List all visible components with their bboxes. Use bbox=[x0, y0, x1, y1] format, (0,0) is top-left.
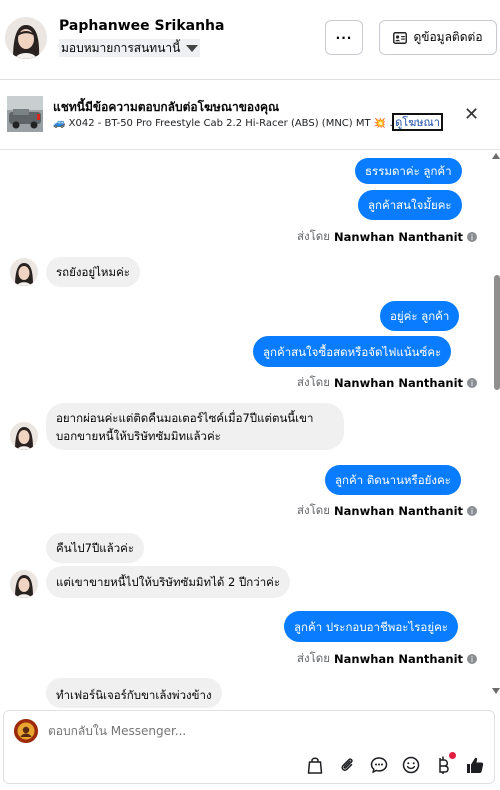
message-incoming: ทำเฟอร์นิเจอร์กับขาเล้งพ่วงข้าง bbox=[46, 678, 222, 708]
scroll-up-arrow[interactable] bbox=[492, 153, 500, 159]
message-incoming: อยากผ่อนค่ะแต่ติดคืนมอเตอร์ไซค์เมื่อ7ปีแ… bbox=[46, 403, 344, 450]
shopping-bag-icon[interactable] bbox=[304, 754, 326, 776]
message-outgoing: ลูกค้า ประกอบอาชีพอะไรอยู่คะ bbox=[284, 611, 458, 642]
saved-replies-icon[interactable] bbox=[368, 754, 390, 776]
message-incoming: แต่เขาขายหนี้ไปให้บริษัทซัมมิทได้ 2 ปีกว… bbox=[46, 566, 291, 598]
ad-thumbnail bbox=[7, 96, 43, 132]
message-outgoing: ลูกค้า ติดนานหรือยังคะ bbox=[325, 465, 461, 495]
ad-reply-banner: แชทนี้มีข้อความตอบกลับต่อโฆษณาของคุณ 🚙 X… bbox=[0, 80, 500, 150]
sent-by-label: ส่งโดย Nanwhan Nanthanit i bbox=[297, 228, 478, 246]
caret-down-icon bbox=[186, 44, 199, 52]
contact-avatar-small bbox=[10, 422, 38, 450]
sent-by-label: ส่งโดย Nanwhan Nanthanit i bbox=[297, 502, 478, 520]
message-outgoing: ลูกค้าสนใจมั้ยคะ bbox=[358, 190, 462, 220]
assign-label: มอบหมายการสนทนานี้ bbox=[61, 40, 181, 55]
scrollbar-thumb[interactable] bbox=[494, 275, 500, 390]
message-outgoing: อยู่ค่ะ ลูกค้า bbox=[380, 301, 460, 331]
view-ad-link[interactable]: ดูโฆษณา bbox=[392, 113, 443, 131]
reply-input[interactable] bbox=[48, 724, 448, 738]
close-icon[interactable]: ✕ bbox=[464, 104, 479, 125]
message-outgoing: ลูกค้าสนใจซื้อสดหรือจัดไฟแน้นซ์คะ bbox=[253, 336, 452, 367]
more-icon: ··· bbox=[335, 30, 353, 45]
payment-icon[interactable] bbox=[432, 752, 456, 776]
page-avatar bbox=[14, 719, 38, 743]
contact-avatar-small bbox=[10, 258, 38, 286]
more-options-button[interactable]: ··· bbox=[325, 20, 363, 55]
contact-card-icon bbox=[393, 31, 408, 44]
ad-banner-subtitle: 🚙 X042 - BT-50 Pro Freestyle Cab 2.2 Hi-… bbox=[53, 118, 400, 129]
conversation-header: Paphanwee Srikanha มอบหมายการสนทนานี้ ··… bbox=[0, 0, 500, 80]
message-incoming: รถยังอยู่ไหมค่ะ bbox=[46, 257, 140, 287]
notification-dot bbox=[449, 752, 456, 759]
message-composer bbox=[3, 710, 495, 784]
emoji-icon[interactable] bbox=[400, 754, 422, 776]
thumbs-up-icon[interactable] bbox=[464, 754, 486, 776]
contact-info-label: ดูข้อมูลติดต่อ bbox=[413, 30, 483, 44]
sent-by-label: ส่งโดย Nanwhan Nanthanit i bbox=[297, 374, 478, 392]
info-icon[interactable]: i bbox=[467, 232, 478, 242]
sent-by-label: ส่งโดย Nanwhan Nanthanit i bbox=[297, 650, 478, 668]
contact-avatar-small bbox=[10, 570, 38, 598]
assign-conversation-dropdown[interactable]: มอบหมายการสนทนานี้ bbox=[59, 39, 201, 57]
contact-name[interactable]: Paphanwee Srikanha bbox=[59, 18, 224, 34]
scroll-down-arrow[interactable] bbox=[492, 688, 500, 694]
message-incoming: คืนไป7ปีแล้วค่ะ bbox=[46, 533, 145, 563]
info-icon[interactable]: i bbox=[467, 378, 478, 388]
message-outgoing: ธรรมดาค่ะ ลูกค้า bbox=[355, 158, 462, 184]
contact-avatar[interactable] bbox=[5, 17, 47, 59]
info-icon[interactable]: i bbox=[467, 506, 478, 516]
ad-banner-title: แชทนี้มีข้อความตอบกลับต่อโฆษณาของคุณ bbox=[53, 100, 280, 114]
attachment-icon[interactable] bbox=[336, 754, 358, 776]
view-contact-info-button[interactable]: ดูข้อมูลติดต่อ bbox=[379, 20, 497, 55]
info-icon[interactable]: i bbox=[467, 654, 478, 664]
